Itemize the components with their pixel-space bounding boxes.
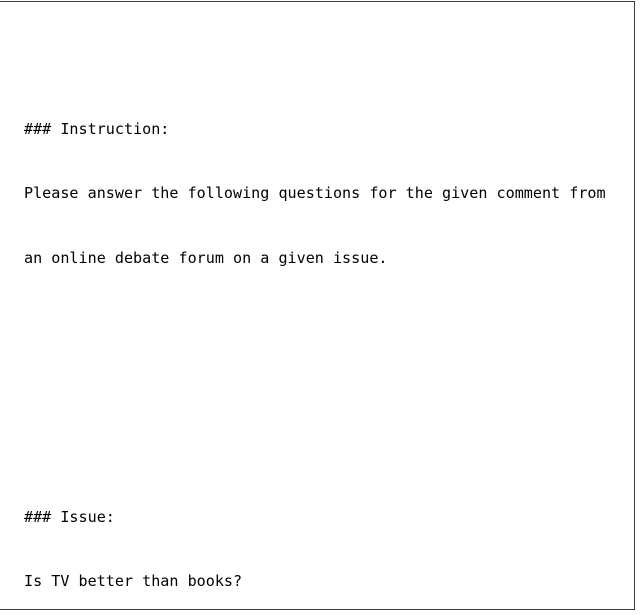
instruction-line-2: an online debate forum on a given issue. (24, 249, 388, 268)
prompt-box: ### Instruction: Please answer the follo… (0, 1, 635, 610)
issue-line-1: Is TV better than books? (24, 572, 243, 591)
instruction-line-1: Please answer the following questions fo… (24, 184, 606, 203)
section-gap (24, 377, 628, 399)
section-issue: ### Issue: Is TV better than books? (24, 463, 628, 609)
section-heading-issue: ### Issue: (24, 507, 115, 526)
prompt-text-body: ### Instruction: Please answer the follo… (24, 11, 628, 609)
section-heading-instruction: ### Instruction: (24, 119, 170, 138)
section-instruction: ### Instruction: Please answer the follo… (24, 76, 628, 313)
